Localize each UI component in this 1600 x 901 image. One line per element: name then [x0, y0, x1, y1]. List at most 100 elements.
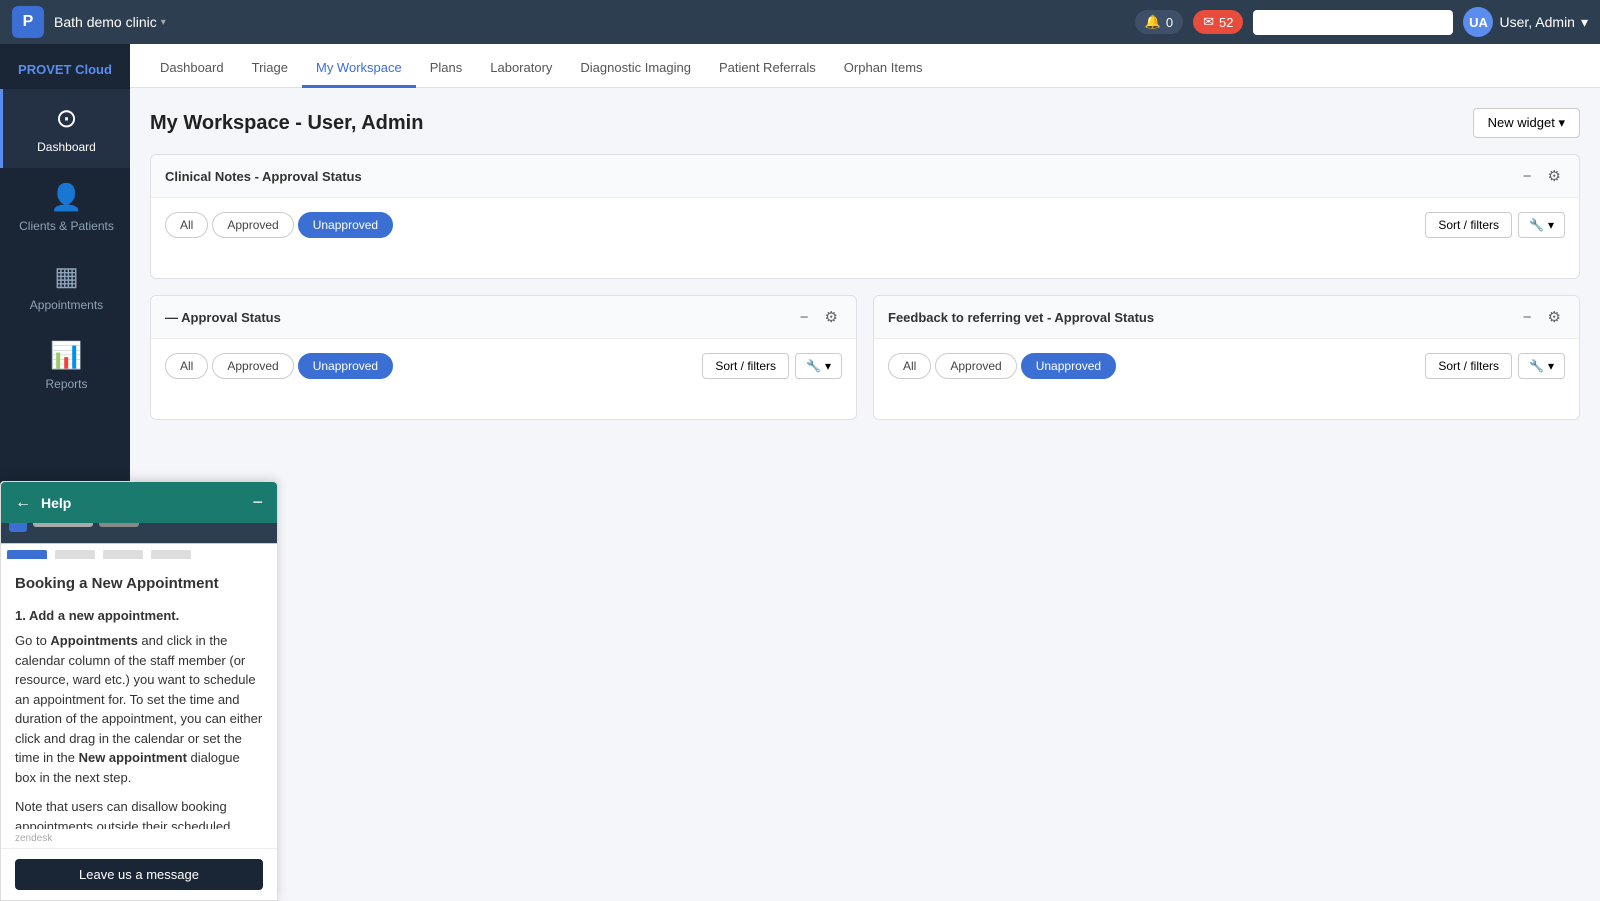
- widget-settings-button[interactable]: ⚙: [1544, 165, 1565, 187]
- filter-tabs: All Approved Unapproved: [165, 212, 393, 238]
- sort-filters-button[interactable]: Sort / filters: [1425, 353, 1512, 379]
- filter-unapproved[interactable]: Unapproved: [298, 212, 393, 238]
- tab-dashboard[interactable]: Dashboard: [146, 50, 238, 88]
- clinic-dropdown-icon: ▾: [161, 17, 166, 28]
- wrench-icon: 🔧: [1529, 218, 1544, 232]
- notifications-button[interactable]: 🔔 0: [1135, 10, 1183, 34]
- help-preview-image: [1, 523, 277, 559]
- widget-minimize-button[interactable]: −: [796, 307, 813, 328]
- filter-approved[interactable]: Approved: [212, 353, 293, 379]
- widget-title: Feedback to referring vet - Approval Sta…: [888, 310, 1154, 325]
- filter-row: All Approved Unapproved Sort / filters 🔧…: [165, 212, 1565, 238]
- bell-icon: 🔔: [1145, 14, 1161, 30]
- user-menu[interactable]: UA User, Admin ▾: [1463, 7, 1588, 37]
- filter-unapproved[interactable]: Unapproved: [1021, 353, 1116, 379]
- help-title: Help: [41, 495, 71, 511]
- widget-title: Clinical Notes - Approval Status: [165, 169, 362, 184]
- new-widget-button[interactable]: New widget ▾: [1473, 108, 1580, 138]
- help-minimize-button[interactable]: −: [252, 492, 263, 513]
- page-header: My Workspace - User, Admin New widget ▾: [150, 108, 1580, 138]
- help-header-left: ← Help: [15, 494, 71, 512]
- approval-status-widget: — Approval Status − ⚙ All Approved Unapp…: [150, 295, 857, 420]
- widget-settings-button[interactable]: ⚙: [821, 306, 842, 328]
- sidebar-item-clients-patients[interactable]: 👤 Clients & Patients: [0, 168, 130, 247]
- filter-all[interactable]: All: [165, 212, 208, 238]
- tab-laboratory[interactable]: Laboratory: [476, 50, 566, 88]
- clinic-selector[interactable]: Bath demo clinic ▾: [54, 14, 166, 30]
- action-dropdown-icon: ▾: [1548, 218, 1554, 232]
- messages-count: 52: [1219, 15, 1233, 30]
- help-back-button[interactable]: ←: [15, 494, 31, 512]
- widget-header: Clinical Notes - Approval Status − ⚙: [151, 155, 1579, 198]
- sidebar-item-appointments[interactable]: ▦ Appointments: [0, 247, 130, 326]
- help-panel: ← Help − Booking a New Appointment 1. Ad…: [0, 481, 278, 901]
- zendesk-label: zendesk: [1, 829, 277, 848]
- filter-all[interactable]: All: [888, 353, 931, 379]
- action-button[interactable]: 🔧 ▾: [1518, 353, 1565, 379]
- help-paragraph2: Note that users can disallow booking app…: [15, 797, 263, 829]
- reports-icon: 📊: [50, 340, 82, 371]
- filter-approved[interactable]: Approved: [212, 212, 293, 238]
- clinical-notes-widget: Clinical Notes - Approval Status − ⚙ All…: [150, 154, 1580, 279]
- widget-body: All Approved Unapproved Sort / filters 🔧…: [151, 339, 856, 419]
- main-navigation: Dashboard Triage My Workspace Plans Labo…: [130, 44, 1600, 88]
- filter-actions: Sort / filters 🔧 ▾: [1425, 212, 1565, 238]
- help-paragraph1: Go to Appointments and click in the cale…: [15, 631, 263, 787]
- leave-message-button[interactable]: Leave us a message: [15, 859, 263, 890]
- action-dropdown-icon: ▾: [1548, 359, 1554, 373]
- messages-button[interactable]: ✉ 52: [1193, 10, 1243, 34]
- filter-row: All Approved Unapproved Sort / filters 🔧…: [165, 353, 842, 379]
- feedback-referring-vet-widget: Feedback to referring vet - Approval Sta…: [873, 295, 1580, 420]
- filter-actions: Sort / filters 🔧 ▾: [1425, 353, 1565, 379]
- new-widget-label: New widget ▾: [1488, 115, 1565, 131]
- widgets-row: — Approval Status − ⚙ All Approved Unapp…: [150, 295, 1580, 436]
- search-input[interactable]: [1253, 10, 1453, 35]
- tab-plans[interactable]: Plans: [416, 50, 477, 88]
- notifications-count: 0: [1166, 15, 1173, 30]
- widget-controls: − ⚙: [1519, 306, 1565, 328]
- help-article-title: Booking a New Appointment: [15, 573, 263, 596]
- action-button[interactable]: 🔧 ▾: [795, 353, 842, 379]
- tab-my-workspace[interactable]: My Workspace: [302, 50, 416, 88]
- clinic-name: Bath demo clinic: [54, 14, 157, 30]
- user-name: User, Admin: [1499, 14, 1574, 30]
- widget-title: — Approval Status: [165, 310, 281, 325]
- help-content: Booking a New Appointment 1. Add a new a…: [1, 559, 277, 829]
- widget-settings-button[interactable]: ⚙: [1544, 306, 1565, 328]
- avatar: UA: [1463, 7, 1493, 37]
- help-footer: Leave us a message: [1, 848, 277, 900]
- filter-unapproved[interactable]: Unapproved: [298, 353, 393, 379]
- filter-tabs: All Approved Unapproved: [165, 353, 393, 379]
- sort-filters-button[interactable]: Sort / filters: [702, 353, 789, 379]
- widget-controls: − ⚙: [796, 306, 842, 328]
- sidebar-item-reports[interactable]: 📊 Reports: [0, 326, 130, 405]
- brand-label: PROVET Cloud: [10, 54, 120, 85]
- clients-patients-icon: 👤: [50, 182, 82, 213]
- sidebar-item-label: Dashboard: [37, 140, 96, 154]
- filter-actions: Sort / filters 🔧 ▾: [702, 353, 842, 379]
- user-dropdown-icon: ▾: [1581, 14, 1588, 31]
- help-panel-header: ← Help −: [1, 482, 277, 523]
- widget-body: All Approved Unapproved Sort / filters 🔧…: [151, 198, 1579, 278]
- widget-header: — Approval Status − ⚙: [151, 296, 856, 339]
- sidebar-item-label: Clients & Patients: [19, 219, 114, 233]
- action-button[interactable]: 🔧 ▾: [1518, 212, 1565, 238]
- filter-row: All Approved Unapproved Sort / filters 🔧…: [888, 353, 1565, 379]
- widget-body: All Approved Unapproved Sort / filters 🔧…: [874, 339, 1579, 419]
- widget-minimize-button[interactable]: −: [1519, 307, 1536, 328]
- tab-orphan-items[interactable]: Orphan Items: [830, 50, 937, 88]
- help-step1-heading: 1. Add a new appointment.: [15, 606, 263, 626]
- tab-patient-referrals[interactable]: Patient Referrals: [705, 50, 830, 88]
- filter-tabs: All Approved Unapproved: [888, 353, 1116, 379]
- topbar: P Bath demo clinic ▾ 🔔 0 ✉ 52 UA User, A…: [0, 0, 1600, 44]
- tab-diagnostic-imaging[interactable]: Diagnostic Imaging: [566, 50, 705, 88]
- tab-triage[interactable]: Triage: [238, 50, 302, 88]
- mail-icon: ✉: [1203, 14, 1214, 30]
- widget-minimize-button[interactable]: −: [1519, 166, 1536, 187]
- filter-all[interactable]: All: [165, 353, 208, 379]
- filter-approved[interactable]: Approved: [935, 353, 1016, 379]
- appointments-icon: ▦: [54, 261, 79, 292]
- sort-filters-button[interactable]: Sort / filters: [1425, 212, 1512, 238]
- sidebar-item-dashboard[interactable]: ⊙ Dashboard: [0, 89, 130, 168]
- action-dropdown-icon: ▾: [825, 359, 831, 373]
